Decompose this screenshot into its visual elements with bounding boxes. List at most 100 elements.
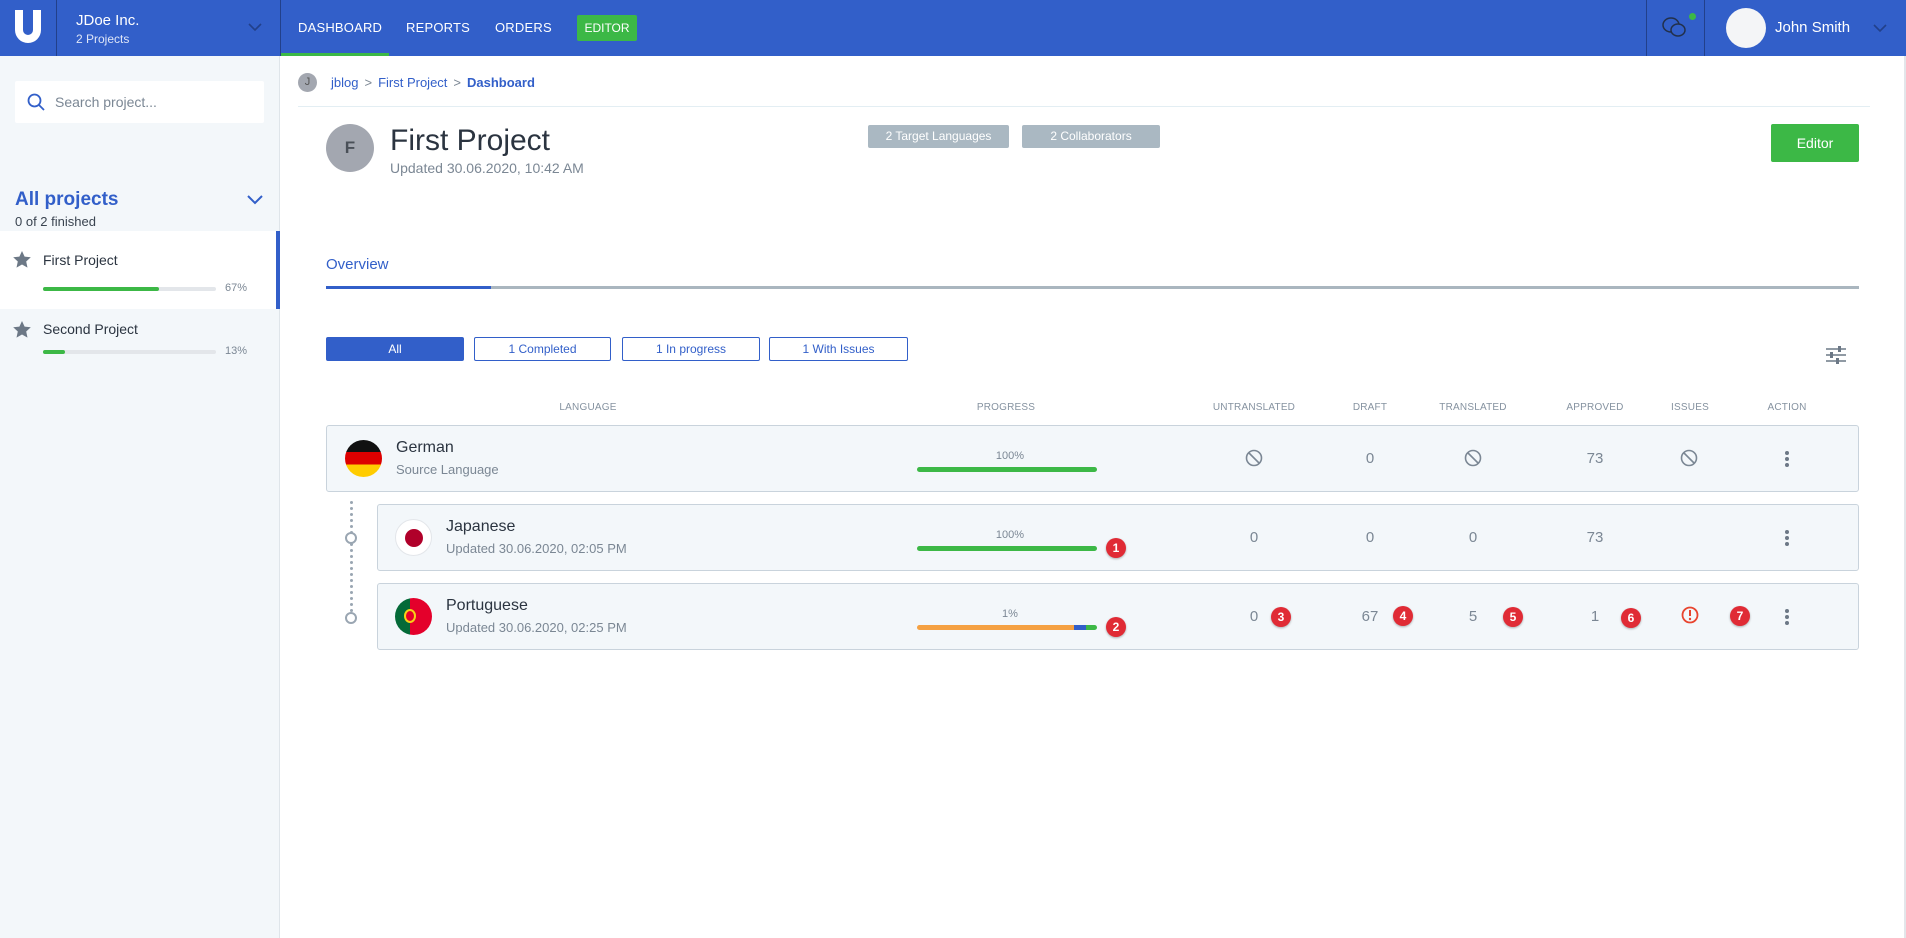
not-applicable-icon [1464, 449, 1482, 467]
project-item-first[interactable]: First Project 67% [0, 231, 280, 309]
marker-2: 2 [1106, 617, 1126, 637]
col-action: ACTION [1767, 402, 1807, 413]
all-projects-sub: 0 of 2 finished [15, 214, 96, 229]
nav-orders[interactable]: ORDERS [495, 20, 552, 35]
project-item-second[interactable]: Second Project 13% [0, 309, 280, 377]
search-input[interactable]: Search project... [15, 81, 264, 123]
language-name: German [396, 439, 454, 456]
filter-settings-icon[interactable] [1826, 346, 1846, 364]
japanese-flag-icon [395, 519, 432, 556]
sidebar: Search project... All projects 0 of 2 fi… [0, 56, 280, 938]
language-row-german[interactable] [326, 425, 1859, 492]
project-name: Second Project [43, 321, 138, 337]
nav-active-indicator [281, 53, 389, 56]
search-icon [27, 93, 45, 111]
filter-in-progress[interactable]: 1 In progress [622, 337, 760, 361]
language-name: Japanese [446, 518, 516, 535]
project-percent: 13% [225, 345, 248, 357]
company-switcher[interactable]: JDoe Inc. 2 Projects [56, 0, 280, 56]
chevron-down-icon [248, 23, 262, 32]
language-sub: Source Language [396, 462, 499, 477]
breadcrumb: J jblog > First Project > Dashboard [298, 72, 535, 92]
timeline-connector [350, 498, 354, 621]
progress-percent: 100% [995, 450, 1025, 462]
app-logo[interactable] [12, 10, 44, 46]
col-untranslated: UNTRANSLATED [1212, 402, 1296, 413]
breadcrumb-dashboard: Dashboard [467, 74, 535, 90]
issue-warning-icon[interactable] [1681, 606, 1699, 624]
all-projects-title[interactable]: All projects [15, 189, 118, 211]
project-percent: 67% [225, 282, 248, 294]
chat-icon [1662, 17, 1686, 37]
chevron-down-icon [1873, 24, 1887, 33]
marker-4: 4 [1393, 606, 1413, 626]
search-placeholder: Search project... [55, 94, 157, 110]
project-progress [43, 287, 216, 291]
tab-overview[interactable]: Overview [326, 256, 389, 273]
user-name: John Smith [1775, 19, 1851, 36]
progress-bar [917, 467, 1097, 472]
marker-3: 3 [1271, 607, 1291, 627]
chat-button[interactable] [1647, 0, 1704, 56]
timeline-node [345, 612, 357, 624]
col-approved: APPROVED [1566, 402, 1624, 413]
more-actions-icon[interactable] [1785, 528, 1789, 548]
draft-count: 67 [1361, 608, 1379, 625]
chevron-down-icon[interactable] [247, 194, 263, 205]
projects-count: 2 Projects [76, 32, 130, 46]
target-languages-badge[interactable]: 2 Target Languages [868, 125, 1009, 148]
project-updated: Updated 30.06.2020, 10:42 AM [390, 160, 584, 176]
collaborators-badge[interactable]: 2 Collaborators [1022, 125, 1160, 148]
star-icon[interactable] [13, 321, 31, 338]
draft-count: 0 [1365, 450, 1375, 467]
approved-segment [1086, 625, 1097, 630]
translated-count: 0 [1468, 529, 1478, 546]
col-translated: TRANSLATED [1439, 402, 1507, 413]
translated-segment [1073, 625, 1087, 630]
page-title: First Project [390, 124, 551, 157]
progress-bar [917, 546, 1097, 551]
company-name: JDoe Inc. [76, 12, 140, 29]
col-draft: DRAFT [1352, 402, 1388, 413]
breadcrumb-separator: > [453, 74, 461, 90]
breadcrumb-avatar: J [298, 72, 317, 92]
nav-dashboard[interactable]: DASHBOARD [298, 20, 382, 35]
more-actions-icon[interactable] [1785, 449, 1789, 469]
draft-segment [917, 625, 1074, 630]
nav-reports[interactable]: REPORTS [406, 20, 470, 35]
top-bar: JDoe Inc. 2 Projects DASHBOARD REPORTS O… [0, 0, 1906, 56]
divider [298, 106, 1870, 107]
timeline-node [345, 532, 357, 544]
untranslated-count: 0 [1249, 529, 1259, 546]
project-progress [43, 350, 216, 354]
language-name: Portuguese [446, 597, 528, 614]
progress-percent: 100% [995, 529, 1025, 541]
col-progress: PROGRESS [976, 402, 1036, 413]
more-actions-icon[interactable] [1785, 607, 1789, 627]
online-dot [1689, 13, 1696, 20]
breadcrumb-first-project[interactable]: First Project [378, 75, 447, 90]
editor-button[interactable]: Editor [1771, 124, 1859, 162]
language-sub: Updated 30.06.2020, 02:05 PM [446, 541, 627, 556]
avatar [1726, 8, 1766, 48]
col-language: LANGUAGE [559, 402, 617, 413]
user-menu[interactable]: John Smith [1705, 0, 1906, 56]
not-applicable-icon [1245, 449, 1263, 467]
translated-count: 5 [1468, 608, 1478, 625]
draft-count: 0 [1365, 529, 1375, 546]
progress-bar [917, 625, 1097, 630]
breadcrumb-separator: > [364, 74, 373, 90]
untranslated-count: 0 [1249, 608, 1259, 625]
project-name: First Project [43, 252, 118, 268]
breadcrumb-jblog[interactable]: jblog [331, 75, 358, 90]
approved-count: 1 [1590, 608, 1600, 625]
marker-7: 7 [1730, 606, 1750, 626]
star-icon[interactable] [13, 251, 31, 268]
nav-editor-button[interactable]: EDITOR [577, 15, 637, 41]
filter-all[interactable]: All [326, 337, 464, 361]
project-avatar: F [326, 124, 374, 172]
not-applicable-icon [1680, 449, 1698, 467]
portuguese-flag-icon [395, 598, 432, 635]
filter-completed[interactable]: 1 Completed [474, 337, 611, 361]
filter-with-issues[interactable]: 1 With Issues [769, 337, 908, 361]
